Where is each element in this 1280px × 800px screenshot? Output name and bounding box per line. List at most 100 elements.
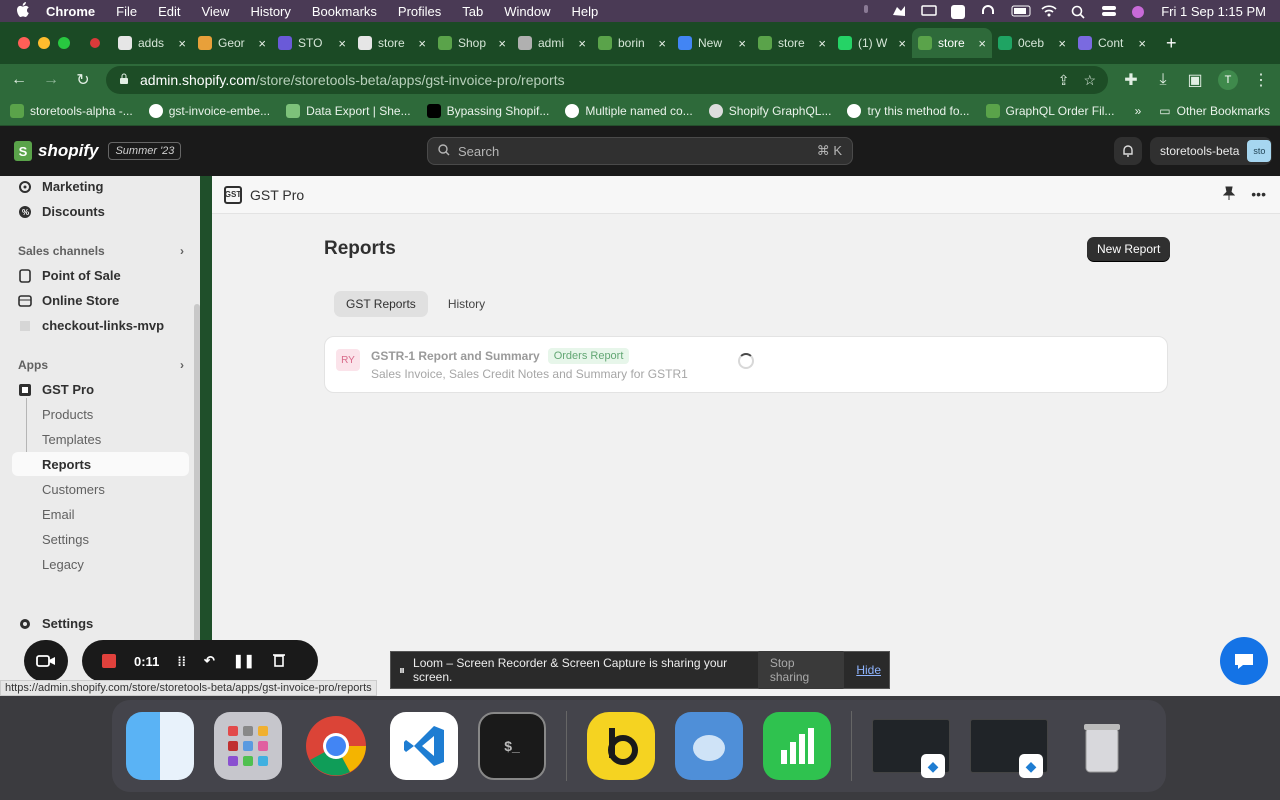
sidebar-item-app-settings[interactable]: Settings: [42, 532, 89, 547]
other-bookmarks-folder[interactable]: ▭ Other Bookmarks: [1159, 104, 1270, 118]
wifi-icon[interactable]: [1041, 5, 1057, 17]
sidebar-item-products[interactable]: Products: [42, 407, 93, 422]
drag-handle-icon[interactable]: ⏸: [399, 663, 405, 678]
browser-tab[interactable]: New ×: [672, 28, 752, 58]
bookmark-item[interactable]: storetools-alpha -...: [10, 103, 133, 118]
display-icon[interactable]: [921, 5, 937, 17]
shopify-logo[interactable]: S shopify: [14, 141, 98, 161]
sidebar-item-discounts[interactable]: % Discounts: [18, 204, 105, 219]
more-actions-icon[interactable]: •••: [1251, 186, 1266, 203]
stop-recording-button[interactable]: [102, 654, 116, 668]
hide-sharing-bar-link[interactable]: Hide: [856, 663, 881, 677]
menu-bookmarks[interactable]: Bookmarks: [312, 4, 377, 19]
menu-app-name[interactable]: Chrome: [46, 4, 95, 19]
profile-avatar[interactable]: T: [1218, 70, 1238, 90]
browser-tab[interactable]: STO ×: [272, 28, 352, 58]
browser-tab[interactable]: 0ceb ×: [992, 28, 1072, 58]
loom-icon[interactable]: [951, 5, 967, 19]
close-tab-icon[interactable]: ×: [498, 36, 506, 51]
browser-tab[interactable]: Shop ×: [432, 28, 512, 58]
close-tab-icon[interactable]: ×: [578, 36, 586, 51]
browser-tab[interactable]: borin ×: [592, 28, 672, 58]
browser-tab[interactable]: Geor ×: [192, 28, 272, 58]
headphones-icon[interactable]: [981, 5, 997, 17]
menu-view[interactable]: View: [201, 4, 229, 19]
stop-sharing-button[interactable]: Stop sharing: [757, 651, 845, 689]
chrome-icon[interactable]: [302, 712, 370, 780]
trash-icon[interactable]: [1068, 712, 1136, 780]
sales-channels-section[interactable]: Sales channels ›: [18, 244, 184, 258]
numbers-icon[interactable]: [763, 712, 831, 780]
bookmark-item[interactable]: Bypassing Shopif...: [426, 103, 549, 118]
close-tab-icon[interactable]: ×: [738, 36, 746, 51]
new-report-button[interactable]: New Report: [1087, 237, 1171, 261]
edition-badge[interactable]: Summer '23: [108, 142, 182, 160]
browser-tab[interactable]: Cont ×: [1072, 28, 1152, 58]
forward-arrow-icon[interactable]: →: [42, 71, 60, 89]
camera-toggle-button[interactable]: [24, 640, 68, 682]
extensions-icon[interactable]: ✚: [1122, 70, 1140, 90]
store-switcher[interactable]: storetools-beta sto: [1150, 137, 1272, 165]
bookmark-item[interactable]: try this method fo...: [847, 103, 970, 118]
sidebar-item-marketing[interactable]: Marketing: [18, 179, 103, 194]
battery-icon[interactable]: [1011, 5, 1031, 17]
bookmark-item[interactable]: Shopify GraphQL...: [708, 103, 831, 118]
spotlight-search-icon[interactable]: [1071, 5, 1087, 19]
tab-gst-reports[interactable]: GST Reports: [334, 291, 428, 317]
tableplus-elephant-icon[interactable]: [675, 712, 743, 780]
sidebar-item-point-of-sale[interactable]: Point of Sale: [18, 268, 121, 283]
microphone-icon[interactable]: [861, 5, 877, 17]
sidebar-item-online-store[interactable]: Online Store: [18, 293, 119, 308]
menu-window[interactable]: Window: [504, 4, 550, 19]
apps-section[interactable]: Apps ›: [18, 358, 184, 372]
close-tab-icon[interactable]: ×: [1138, 36, 1146, 51]
close-tab-icon[interactable]: ×: [1058, 36, 1066, 51]
pause-icon[interactable]: ❚❚: [233, 653, 255, 669]
bookmark-item[interactable]: Data Export | She...: [286, 103, 411, 118]
minimized-window-thumbnail[interactable]: ◆: [872, 719, 950, 778]
pin-icon[interactable]: [1223, 186, 1236, 203]
sidebar-item-settings[interactable]: Settings: [18, 616, 93, 631]
apple-menu-icon[interactable]: [16, 1, 32, 21]
terminal-icon[interactable]: $_: [478, 712, 546, 780]
hand-icon[interactable]: [891, 5, 907, 17]
close-tab-icon[interactable]: ×: [818, 36, 826, 51]
siri-icon[interactable]: [1131, 5, 1147, 18]
zoom-window-button[interactable]: [58, 37, 70, 49]
control-center-icon[interactable]: [1101, 5, 1117, 17]
sidebar-item-templates[interactable]: Templates: [42, 432, 101, 447]
browser-tab[interactable]: (1) W ×: [832, 28, 912, 58]
side-panel-icon[interactable]: ▣: [1186, 70, 1204, 90]
download-icon[interactable]: ⤓: [1154, 71, 1172, 89]
admin-search-input[interactable]: Search ⌘ K: [427, 137, 853, 165]
bookmark-item[interactable]: gst-invoice-embe...: [148, 103, 270, 118]
tab-history[interactable]: History: [436, 291, 497, 317]
beekeeper-icon[interactable]: [587, 712, 655, 780]
notifications-bell-icon[interactable]: [1114, 137, 1142, 165]
sidebar-item-customers[interactable]: Customers: [42, 482, 105, 497]
menu-profiles[interactable]: Profiles: [398, 4, 441, 19]
browser-tab[interactable]: store ×: [352, 28, 432, 58]
menu-history[interactable]: History: [250, 4, 290, 19]
launchpad-icon[interactable]: [214, 712, 282, 780]
sidebar-scrollbar[interactable]: [194, 304, 200, 644]
close-tab-icon[interactable]: ×: [418, 36, 426, 51]
bookmark-item[interactable]: Multiple named co...: [565, 103, 693, 118]
sidebar-item-checkout-links[interactable]: checkout-links-mvp: [18, 318, 164, 333]
drawing-tools-icon[interactable]: ⁞⁞: [177, 654, 186, 669]
menubar-clock[interactable]: Fri 1 Sep 1:15 PM: [1161, 4, 1266, 19]
menu-tab[interactable]: Tab: [462, 4, 483, 19]
menu-help[interactable]: Help: [572, 4, 599, 19]
bookmarks-overflow-button[interactable]: »: [1135, 104, 1142, 118]
browser-tab[interactable]: store ×: [912, 28, 992, 58]
chat-support-icon[interactable]: [1220, 637, 1268, 685]
close-tab-icon[interactable]: ×: [258, 36, 266, 51]
more-menu-icon[interactable]: ⋮: [1252, 70, 1270, 90]
back-arrow-icon[interactable]: ←: [10, 71, 28, 89]
new-tab-button[interactable]: +: [1166, 33, 1177, 54]
sidebar-item-reports[interactable]: Reports: [42, 457, 91, 472]
bookmark-item[interactable]: GraphQL Order Fil...: [985, 103, 1114, 118]
site-info-icon[interactable]: [118, 72, 130, 88]
finder-icon[interactable]: [126, 712, 194, 780]
minimize-window-button[interactable]: [38, 37, 50, 49]
